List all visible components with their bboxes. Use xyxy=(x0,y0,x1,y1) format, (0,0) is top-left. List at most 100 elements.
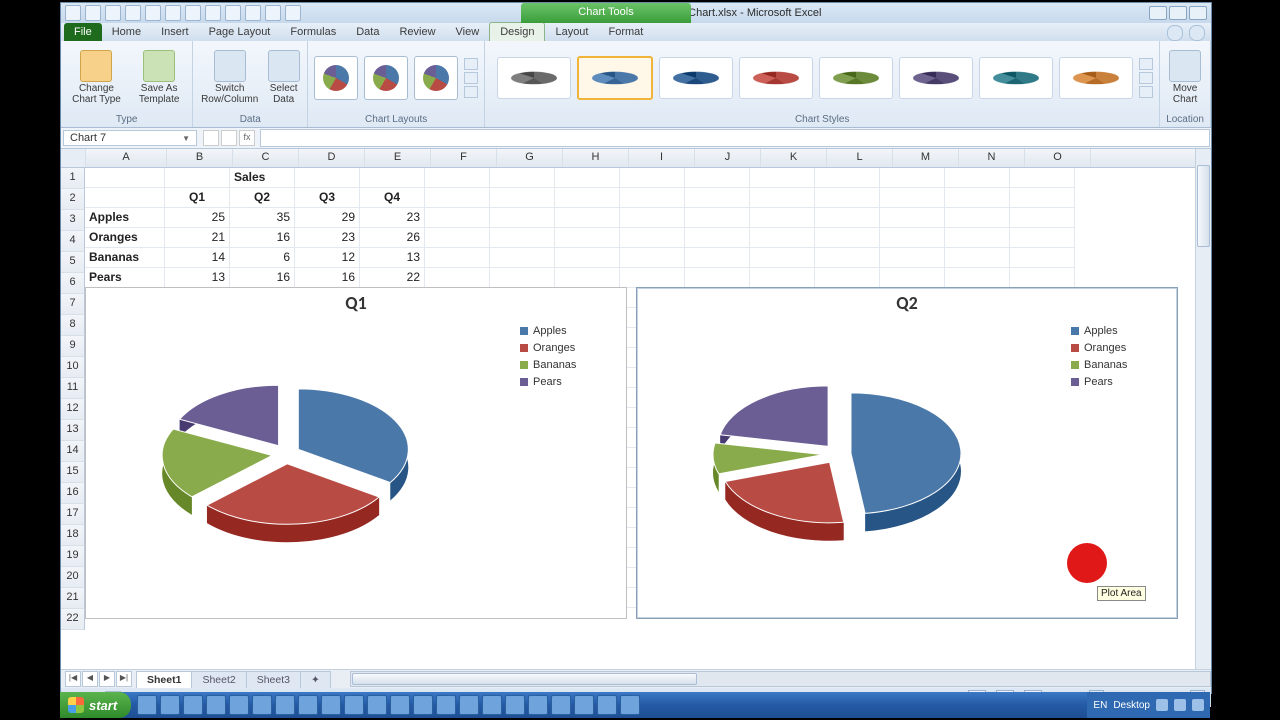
tab-format[interactable]: Format xyxy=(598,23,653,41)
cell[interactable] xyxy=(1010,208,1075,228)
undo-icon[interactable] xyxy=(105,5,121,21)
cell[interactable] xyxy=(555,208,620,228)
chart-style-option[interactable] xyxy=(899,57,973,99)
save-as-template-button[interactable]: Save As Template xyxy=(132,50,186,105)
cell[interactable] xyxy=(555,228,620,248)
cell[interactable] xyxy=(620,268,685,288)
row-header[interactable]: 3 xyxy=(61,210,85,231)
cell[interactable]: 12 xyxy=(295,248,360,268)
cell[interactable] xyxy=(945,228,1010,248)
cell[interactable]: 14 xyxy=(165,248,230,268)
quick-access-toolbar[interactable] xyxy=(65,5,301,21)
taskbar-icon[interactable] xyxy=(528,695,548,715)
cell[interactable]: 25 xyxy=(165,208,230,228)
tray-icon[interactable] xyxy=(1174,699,1186,711)
cell[interactable]: 13 xyxy=(165,268,230,288)
move-chart-button[interactable]: Move Chart xyxy=(1166,50,1204,105)
taskbar-icon[interactable] xyxy=(459,695,479,715)
cell[interactable] xyxy=(1010,228,1075,248)
taskbar-icon[interactable] xyxy=(505,695,525,715)
column-header[interactable]: G xyxy=(497,149,563,167)
cell[interactable] xyxy=(425,228,490,248)
chart-style-option[interactable] xyxy=(979,57,1053,99)
worksheet-grid[interactable]: ABCDEFGHIJKLMNO 123456789101112131415161… xyxy=(61,149,1211,669)
tab-layout[interactable]: Layout xyxy=(545,23,598,41)
cell[interactable] xyxy=(295,168,360,188)
row-header[interactable]: 10 xyxy=(61,357,85,378)
cell[interactable]: Q4 xyxy=(360,188,425,208)
cell[interactable] xyxy=(880,248,945,268)
tab-view[interactable]: View xyxy=(446,23,490,41)
cell[interactable] xyxy=(750,228,815,248)
taskbar-icon[interactable] xyxy=(436,695,456,715)
cell[interactable]: 13 xyxy=(360,248,425,268)
layouts-down-icon[interactable] xyxy=(464,72,478,84)
chart-style-option[interactable] xyxy=(577,56,653,100)
cell[interactable] xyxy=(555,168,620,188)
cell[interactable]: 16 xyxy=(295,268,360,288)
cell[interactable] xyxy=(945,268,1010,288)
cell[interactable] xyxy=(425,168,490,188)
qat-icon[interactable] xyxy=(185,5,201,21)
column-header[interactable]: B xyxy=(167,149,233,167)
tab-review[interactable]: Review xyxy=(389,23,445,41)
column-header[interactable]: A xyxy=(86,149,167,167)
cell[interactable]: Apples xyxy=(85,208,165,228)
column-header[interactable]: L xyxy=(827,149,893,167)
cell[interactable] xyxy=(1010,168,1075,188)
help-icon[interactable] xyxy=(1189,25,1205,41)
row-header[interactable]: 4 xyxy=(61,231,85,252)
taskbar-icon[interactable] xyxy=(344,695,364,715)
cell[interactable]: Oranges xyxy=(85,228,165,248)
cell[interactable] xyxy=(490,268,555,288)
cell[interactable] xyxy=(750,208,815,228)
sheet-nav-prev-icon[interactable]: ◀ xyxy=(82,671,98,687)
row-header[interactable]: 1 xyxy=(61,168,85,189)
chart-style-option[interactable] xyxy=(1059,57,1133,99)
cell[interactable]: Q1 xyxy=(165,188,230,208)
cell[interactable] xyxy=(620,228,685,248)
cell[interactable] xyxy=(880,228,945,248)
taskbar-icon[interactable] xyxy=(252,695,272,715)
cell[interactable] xyxy=(880,188,945,208)
cell[interactable] xyxy=(945,168,1010,188)
cell[interactable]: Bananas xyxy=(85,248,165,268)
cell[interactable] xyxy=(555,188,620,208)
maximize-button[interactable] xyxy=(1169,6,1187,20)
start-button[interactable]: start xyxy=(60,692,131,718)
select-data-button[interactable]: Select Data xyxy=(266,50,301,105)
minimize-ribbon-icon[interactable] xyxy=(1167,25,1183,41)
switch-row-column-button[interactable]: Switch Row/Column xyxy=(199,50,260,105)
cell[interactable] xyxy=(490,248,555,268)
taskbar-icon[interactable] xyxy=(413,695,433,715)
cell[interactable] xyxy=(815,228,880,248)
cell[interactable] xyxy=(815,268,880,288)
tray-icon[interactable] xyxy=(1192,699,1204,711)
chart-style-option[interactable] xyxy=(659,57,733,99)
cell[interactable] xyxy=(1010,248,1075,268)
insert-sheet-button[interactable]: ✦ xyxy=(300,671,331,688)
cell[interactable] xyxy=(490,208,555,228)
row-header[interactable]: 14 xyxy=(61,441,85,462)
column-header[interactable]: K xyxy=(761,149,827,167)
cell[interactable] xyxy=(880,168,945,188)
cell[interactable]: Sales 000's xyxy=(230,168,295,188)
column-header[interactable]: M xyxy=(893,149,959,167)
cell[interactable]: 6 xyxy=(230,248,295,268)
tab-home[interactable]: Home xyxy=(102,23,151,41)
cell[interactable] xyxy=(685,168,750,188)
scrollbar-thumb[interactable] xyxy=(352,673,698,685)
taskbar-icon[interactable] xyxy=(160,695,180,715)
cell[interactable]: 26 xyxy=(360,228,425,248)
taskbar-icon[interactable] xyxy=(620,695,640,715)
row-header[interactable]: 19 xyxy=(61,546,85,567)
row-header[interactable]: 20 xyxy=(61,567,85,588)
qat-icon[interactable] xyxy=(265,5,281,21)
cell[interactable]: 16 xyxy=(230,228,295,248)
layouts-more-icon[interactable] xyxy=(464,86,478,98)
tab-file[interactable]: File xyxy=(64,23,102,41)
cell[interactable]: 16 xyxy=(230,268,295,288)
qat-icon[interactable] xyxy=(145,5,161,21)
cell[interactable] xyxy=(555,268,620,288)
cell[interactable] xyxy=(85,168,165,188)
